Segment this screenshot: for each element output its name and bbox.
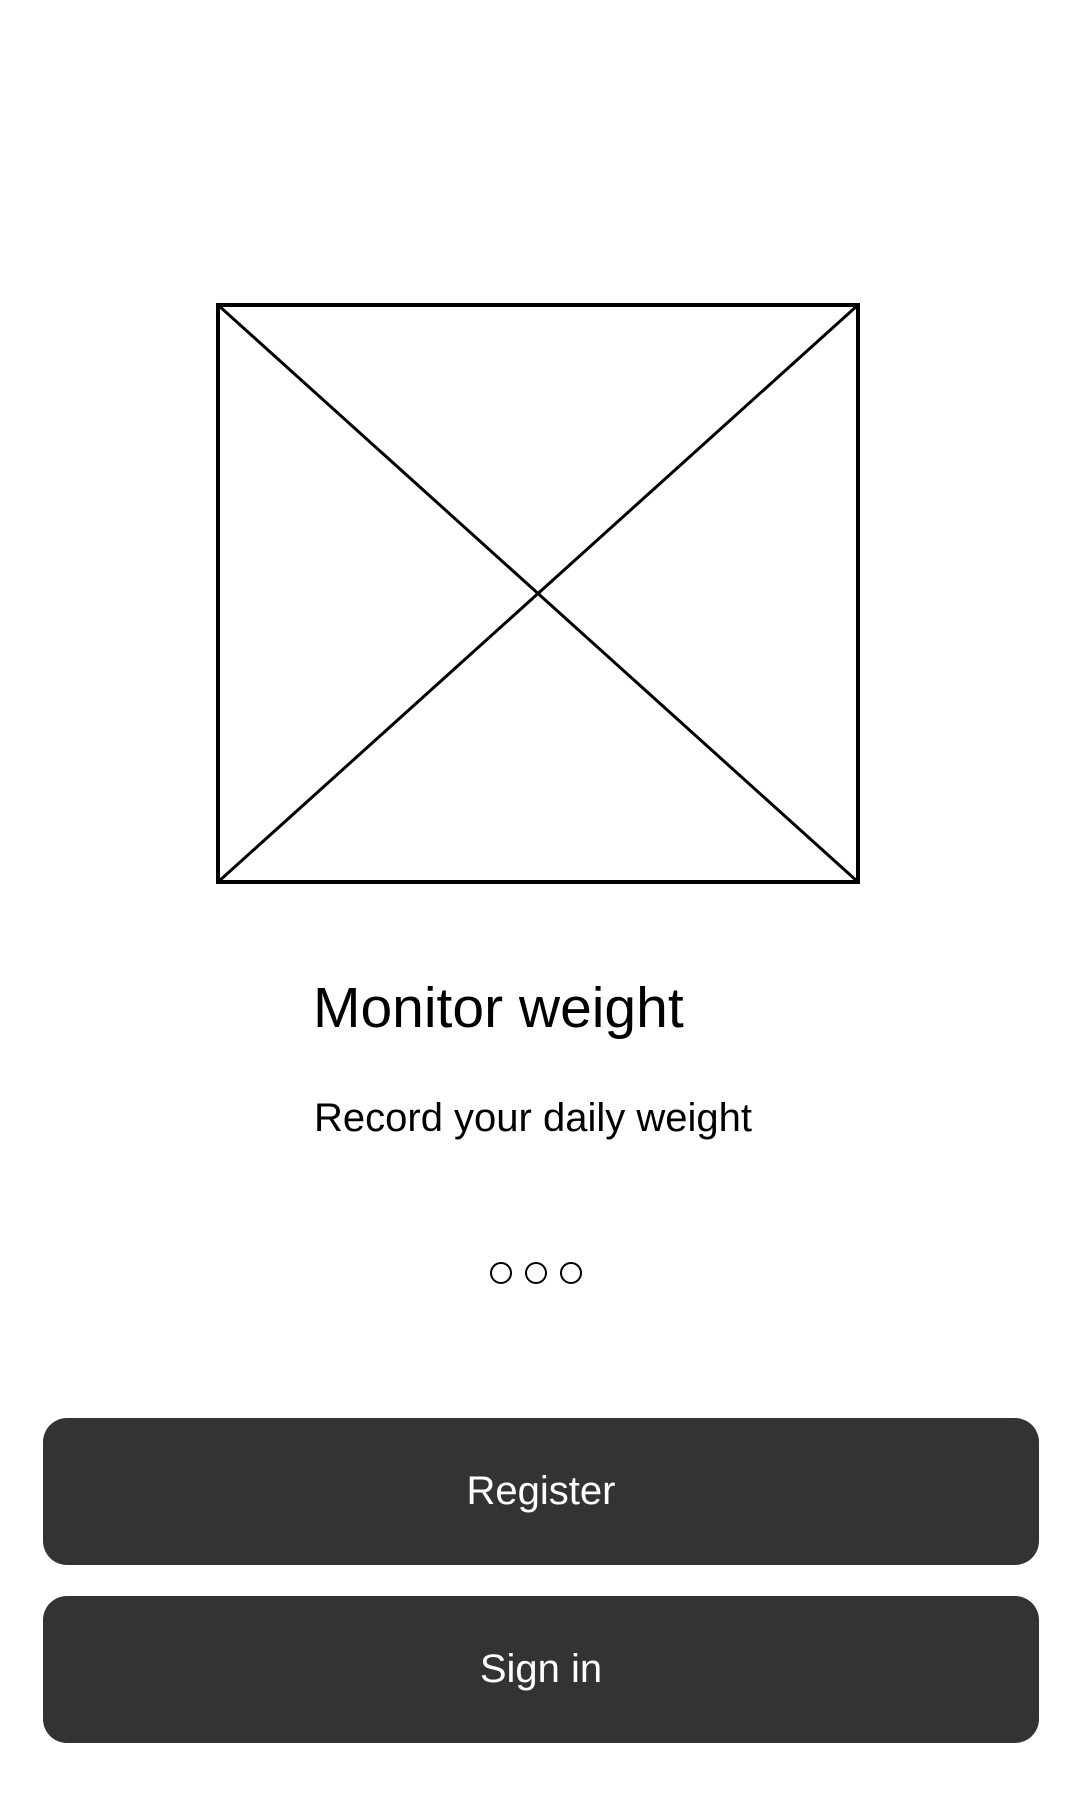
- page-dot-1[interactable]: [490, 1262, 512, 1284]
- sign-in-button[interactable]: Sign in: [43, 1596, 1039, 1743]
- image-placeholder-icon: [216, 303, 860, 884]
- register-button[interactable]: Register: [43, 1418, 1039, 1565]
- image-placeholder-graphic: [216, 303, 860, 884]
- onboarding-subtitle: Record your daily weight: [314, 1096, 752, 1140]
- page-dot-3[interactable]: [560, 1262, 582, 1284]
- page-dot-2[interactable]: [525, 1262, 547, 1284]
- onboarding-title: Monitor weight: [313, 976, 684, 1040]
- page-indicator[interactable]: [490, 1262, 582, 1284]
